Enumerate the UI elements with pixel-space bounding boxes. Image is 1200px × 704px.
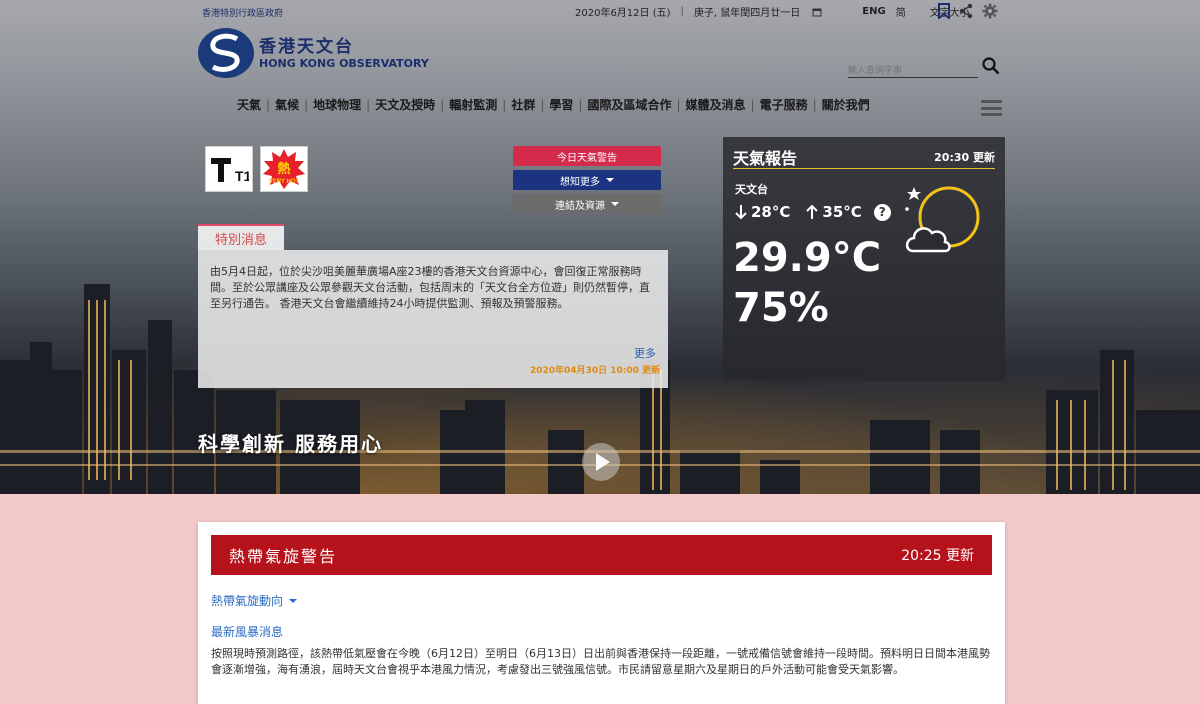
hko-logo[interactable]: 香港天文台 HONG KONG OBSERVATORY <box>197 27 429 79</box>
weather-report-title[interactable]: 天氣報告 <box>733 145 797 169</box>
typhoon-warning-banner: 熱帶氣旋警告 20:25 更新 <box>211 535 992 575</box>
nav-item-geophysics[interactable]: 地球物理 <box>308 96 366 113</box>
notice-body: 由5月4日起，位於尖沙咀美麗華廣場A座23樓的香港天文台資源中心，會回復正常服務… <box>210 265 650 310</box>
nav-item-international[interactable]: 國際及區域合作 <box>582 96 676 113</box>
nav-item-radiation[interactable]: 輻射監測 <box>444 96 502 113</box>
hero-background <box>0 0 1200 494</box>
today-warning-button[interactable]: 今日天氣警告 <box>513 146 661 166</box>
nav-item-astronomy[interactable]: 天文及授時 <box>370 96 440 113</box>
min-temperature: 28°C <box>751 203 791 221</box>
current-temperature: 29.9°C <box>733 235 882 281</box>
government-label[interactable]: 香港特別行政區政府 <box>202 6 283 19</box>
special-notice-panel: 由5月4日起，位於尖沙咀美麗華廣場A座23樓的香港天文台資源中心，會回復正常服務… <box>198 250 668 388</box>
links-resources-button[interactable]: 連結及資源 <box>513 194 661 214</box>
weather-report-header: 天氣報告 20:30 更新 <box>733 145 995 169</box>
very-hot-zh-text: 熱 <box>277 161 290 177</box>
utility-icons <box>938 3 998 23</box>
help-icon[interactable]: ? <box>873 203 891 221</box>
bookmark-icon[interactable] <box>938 3 950 23</box>
nav-item-climate[interactable]: 氣候 <box>270 96 304 113</box>
main-nav: 天氣 | 氣候 | 地球物理 | 天文及授時 | 輻射監測 | 社群 | 學習 | 國際及區域… <box>232 96 875 113</box>
weather-report-panel: 天氣報告 20:30 更新 天文台 28°C 35°C ? 29.9°C 75% <box>723 137 1005 381</box>
cyclone-track-label: 熱帶氣旋動向 <box>211 594 284 608</box>
nav-item-media[interactable]: 媒體及消息 <box>681 96 751 113</box>
nav-item-community[interactable]: 社群 <box>506 96 540 113</box>
slogan: 科學創新 服務用心 <box>198 432 383 456</box>
typhoon-warning-title: 熱帶氣旋警告 <box>229 547 338 566</box>
weather-night-cloudy-icon[interactable] <box>901 181 985 265</box>
learn-more-button[interactable]: 想知更多 <box>513 170 661 190</box>
typhoon-warning-card: 熱帶氣旋警告 20:25 更新 熱帶氣旋動向 最新風暴消息 按照現時預測路徑，該… <box>198 522 1005 704</box>
typhoon-warning-text: 按照現時預測路徑，該熱帶低氣壓會在今晚（6月12日）至明日（6月13日）日出前與… <box>211 647 990 676</box>
lang-sc-link[interactable]: 简 <box>896 4 906 19</box>
links-resources-label: 連結及資源 <box>555 200 605 212</box>
caret-down-icon <box>289 598 298 603</box>
arrow-up-icon <box>806 204 819 219</box>
temperature-range: 28°C 35°C ? <box>735 203 891 221</box>
cyclone-track-link[interactable]: 熱帶氣旋動向 <box>211 592 298 609</box>
nav-item-about[interactable]: 關於我們 <box>817 96 875 113</box>
logo-text-zh: 香港天文台 <box>259 36 354 57</box>
play-video-button[interactable] <box>582 443 620 481</box>
special-notice-tab[interactable]: 特別消息 <box>198 224 284 250</box>
today-warning-label: 今日天氣警告 <box>557 152 617 164</box>
caret-down-icon <box>611 202 619 206</box>
nav-item-eservices[interactable]: 電子服務 <box>755 96 813 113</box>
weather-report-updated: 20:30 更新 <box>934 150 995 164</box>
calendar-icon[interactable] <box>810 5 824 19</box>
hko-logo-mark <box>198 28 254 78</box>
typhoon-signal-t1-icon[interactable]: T1 <box>205 146 253 192</box>
max-temperature: 35°C <box>822 203 862 221</box>
nav-item-weather[interactable]: 天氣 <box>232 96 266 113</box>
search-input[interactable] <box>848 62 976 80</box>
share-icon[interactable] <box>958 3 974 23</box>
lang-eng-link[interactable]: ENG <box>862 6 885 17</box>
logo-text-en: HONG KONG OBSERVATORY <box>259 56 429 70</box>
notice-more-link[interactable]: 更多 <box>634 345 656 361</box>
caret-down-icon <box>606 178 614 182</box>
learn-more-label: 想知更多 <box>560 176 600 188</box>
divider: | <box>680 6 684 17</box>
weather-station-name: 天文台 <box>735 183 768 196</box>
latest-storm-news-link[interactable]: 最新風暴消息 <box>211 623 283 640</box>
current-humidity: 75% <box>733 285 829 331</box>
arrow-down-icon <box>735 205 747 220</box>
search-box <box>848 58 978 80</box>
lunar-date: 庚子, 鼠年閏四月廿一日 <box>693 8 801 19</box>
gear-icon[interactable] <box>982 3 998 23</box>
menu-icon[interactable] <box>981 100 1002 116</box>
top-bar: 2020年6月12日 (五) | 庚子, 鼠年閏四月廿一日 ENG 简 文字大小 <box>575 4 970 19</box>
signal-number-text: T1 <box>235 168 249 184</box>
very-hot-warning-icon[interactable]: 熱 VERY HOT <box>260 146 308 192</box>
current-date: 2020年6月12日 (五) <box>575 8 671 19</box>
notice-updated: 2020年04月30日 10:00 更新 <box>529 366 660 376</box>
play-icon <box>596 453 610 471</box>
nav-item-learning[interactable]: 學習 <box>544 96 578 113</box>
search-icon[interactable] <box>982 57 1000 75</box>
typhoon-warning-updated: 20:25 更新 <box>901 548 974 564</box>
very-hot-en-text: VERY HOT <box>269 179 300 185</box>
